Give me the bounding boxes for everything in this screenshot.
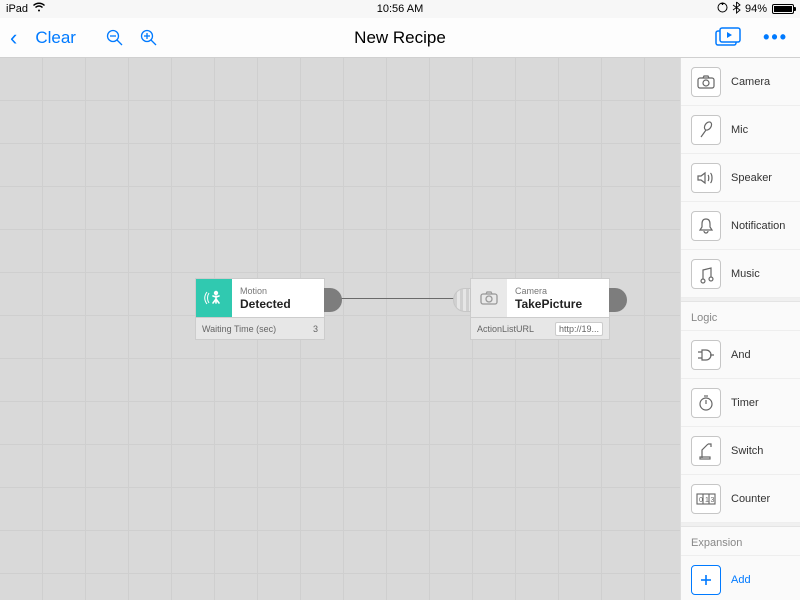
motion-icon xyxy=(196,279,232,317)
sidebar-item-and[interactable]: And xyxy=(681,331,800,379)
sidebar-item-label: Timer xyxy=(731,397,759,409)
node-name: TakePicture xyxy=(515,297,582,313)
battery-icon xyxy=(772,4,794,14)
sidebar-item-label: Add xyxy=(731,574,751,586)
status-bar: iPad 10:56 AM 94% xyxy=(0,0,800,18)
sidebar-item-label: And xyxy=(731,349,751,361)
back-button[interactable]: ‹ xyxy=(10,27,17,49)
sidebar-item-mic[interactable]: Mic xyxy=(681,106,800,154)
bluetooth-icon xyxy=(733,2,740,16)
sidebar-item-music[interactable]: Music xyxy=(681,250,800,298)
node-camera-takepicture[interactable]: Camera TakePicture ActionListURL http://… xyxy=(470,278,610,340)
nav-bar: ‹ Clear New Recipe ••• xyxy=(0,18,800,58)
output-port[interactable] xyxy=(324,288,342,308)
sidebar-item-camera[interactable]: Camera xyxy=(681,58,800,106)
page-title: New Recipe xyxy=(354,28,446,48)
sidebar-header-expansion: Expansion xyxy=(681,527,800,556)
plus-icon xyxy=(691,565,721,595)
sidebar-item-timer[interactable]: Timer xyxy=(681,379,800,427)
camera-node-icon xyxy=(471,279,507,317)
device-label: iPad xyxy=(6,3,28,15)
sidebar-item-label: Camera xyxy=(731,76,770,88)
svg-text:3: 3 xyxy=(711,497,715,504)
wifi-icon xyxy=(33,3,45,15)
node-param-value: 3 xyxy=(313,324,318,334)
node-category: Camera xyxy=(515,287,582,297)
sidebar-item-switch[interactable]: Switch xyxy=(681,427,800,475)
node-param-label: ActionListURL xyxy=(477,324,534,334)
sidebar-header-logic: Logic xyxy=(681,302,800,331)
mic-icon xyxy=(691,115,721,145)
connection-wire xyxy=(335,298,455,299)
svg-text:0: 0 xyxy=(699,497,703,504)
orientation-lock-icon xyxy=(717,2,728,16)
timer-icon xyxy=(691,388,721,418)
zoom-in-button[interactable] xyxy=(140,29,158,47)
sidebar-item-label: Notification xyxy=(731,220,785,232)
run-recipe-button[interactable] xyxy=(715,28,741,48)
component-sidebar: Camera Mic Speaker Notification Music xyxy=(680,58,800,600)
sidebar-item-add[interactable]: Add xyxy=(681,556,800,600)
status-time: 10:56 AM xyxy=(377,3,423,15)
counter-icon: 013 xyxy=(691,484,721,514)
node-name: Detected xyxy=(240,297,291,313)
output-port[interactable] xyxy=(609,288,627,308)
sidebar-item-label: Speaker xyxy=(731,172,772,184)
bell-icon xyxy=(691,211,721,241)
switch-icon xyxy=(691,436,721,466)
input-port[interactable] xyxy=(453,288,471,308)
sidebar-item-speaker[interactable]: Speaker xyxy=(681,154,800,202)
recipe-canvas[interactable]: Motion Detected Waiting Time (sec) 3 xyxy=(0,58,680,600)
sidebar-item-label: Mic xyxy=(731,124,748,136)
camera-icon xyxy=(691,67,721,97)
music-icon xyxy=(691,259,721,289)
clear-button[interactable]: Clear xyxy=(35,28,76,48)
speaker-icon xyxy=(691,163,721,193)
node-param-value: http://19... xyxy=(555,322,603,336)
node-motion-detected[interactable]: Motion Detected Waiting Time (sec) 3 xyxy=(195,278,325,340)
more-menu-button[interactable]: ••• xyxy=(763,27,788,48)
sidebar-item-label: Music xyxy=(731,268,760,280)
svg-text:1: 1 xyxy=(705,497,709,504)
sidebar-item-notification[interactable]: Notification xyxy=(681,202,800,250)
node-category: Motion xyxy=(240,287,291,297)
node-param-label: Waiting Time (sec) xyxy=(202,324,276,334)
sidebar-item-label: Counter xyxy=(731,493,770,505)
battery-pct: 94% xyxy=(745,3,767,15)
sidebar-item-counter[interactable]: 013 Counter xyxy=(681,475,800,523)
sidebar-item-label: Switch xyxy=(731,445,763,457)
and-gate-icon xyxy=(691,340,721,370)
zoom-out-button[interactable] xyxy=(106,29,124,47)
